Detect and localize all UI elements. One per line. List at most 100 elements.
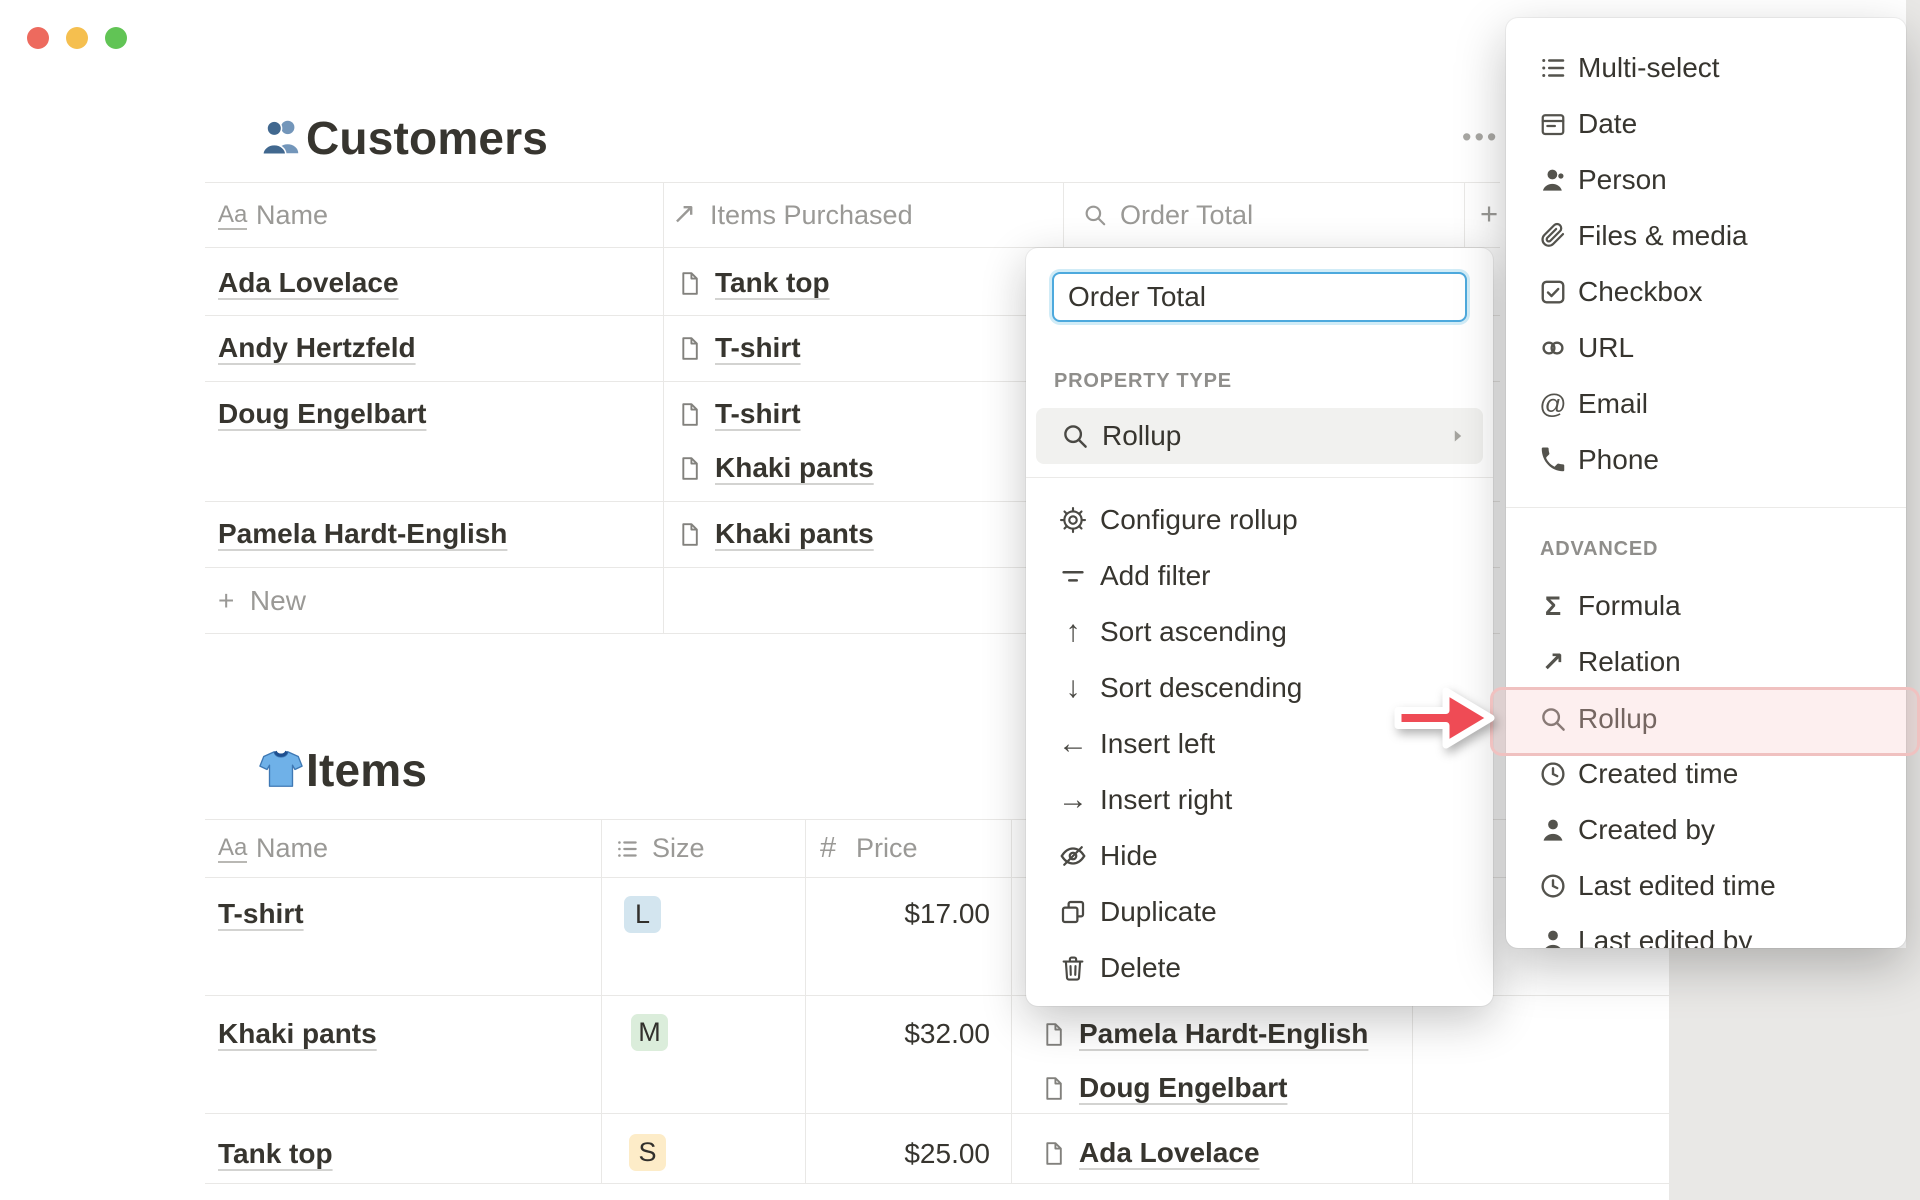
link-icon — [1538, 333, 1568, 363]
menu-item-duplicate[interactable]: Duplicate — [1026, 884, 1493, 940]
customer-name-link[interactable]: Andy Hertzfeld — [218, 330, 416, 366]
desktop-background — [1669, 948, 1920, 1200]
page-link-label: Khaki pants — [715, 518, 874, 549]
property-menu: PROPERTY TYPE Rollup Configure r — [1026, 248, 1493, 1006]
items-db-title[interactable]: Items — [306, 743, 427, 797]
relation-page-link[interactable]: Tank top — [676, 265, 830, 301]
page-link-label: Pamela Hardt-English — [1079, 1018, 1369, 1049]
type-option-url[interactable]: URL — [1506, 320, 1906, 376]
type-option-formula[interactable]: Σ Formula — [1506, 578, 1906, 634]
relation-page-link[interactable]: Khaki pants — [676, 516, 874, 552]
type-option-last-edited-time[interactable]: Last edited time — [1506, 858, 1906, 914]
price-cell[interactable]: $25.00 — [805, 1136, 990, 1172]
database-options-button[interactable]: ••• — [1462, 122, 1499, 153]
text-type-icon: Aa — [218, 834, 248, 863]
customer-name-link[interactable]: Doug Engelbart — [218, 396, 426, 432]
menu-item-add-filter[interactable]: Add filter — [1026, 548, 1493, 604]
item-name-link[interactable]: Khaki pants — [218, 1016, 377, 1052]
zoom-window-button[interactable] — [105, 27, 127, 49]
column-header-name[interactable]: Name — [256, 197, 328, 233]
menu-item-insert-right[interactable]: → Insert right — [1026, 772, 1493, 828]
column-header-order-total[interactable]: Order Total — [1120, 197, 1253, 233]
paperclip-icon — [1538, 221, 1568, 251]
close-window-button[interactable] — [27, 27, 49, 49]
selected-type-label: Rollup — [1102, 420, 1182, 451]
page-icon — [1040, 1021, 1067, 1048]
type-option-created-by[interactable]: Created by — [1506, 802, 1906, 858]
relation-page-link[interactable]: T-shirt — [676, 330, 801, 366]
clock-icon — [1538, 871, 1568, 901]
property-type-selector[interactable]: Rollup — [1036, 408, 1483, 464]
column-header-name[interactable]: Name — [256, 830, 328, 866]
relation-page-link[interactable]: T-shirt — [676, 396, 801, 432]
add-column-button[interactable]: + — [1480, 196, 1498, 232]
price-cell[interactable]: $17.00 — [805, 896, 990, 932]
column-header-price[interactable]: Price — [856, 830, 918, 866]
menu-divider — [1026, 477, 1493, 478]
menu-item-hide[interactable]: Hide — [1026, 828, 1493, 884]
person-icon — [1538, 815, 1568, 845]
property-type-menu: Multi-select Date Person Files & media C… — [1506, 18, 1906, 948]
minimize-window-button[interactable] — [66, 27, 88, 49]
column-header-items-purchased[interactable]: Items Purchased — [710, 197, 913, 233]
type-option-phone[interactable]: Phone — [1506, 432, 1906, 488]
menu-item-configure-rollup[interactable]: Configure rollup — [1026, 492, 1493, 548]
plus-icon: + — [218, 585, 235, 616]
item-name-link[interactable]: Tank top — [218, 1136, 333, 1172]
property-type-section-label: PROPERTY TYPE — [1054, 370, 1232, 392]
relation-page-link[interactable]: Pamela Hardt-English — [1040, 1016, 1368, 1052]
type-option-relation[interactable]: ↗ Relation — [1506, 634, 1906, 690]
notion-window: Customers ••• Aa Name ↗ Items Purchased … — [0, 0, 1920, 1200]
relation-page-link[interactable]: Doug Engelbart — [1040, 1070, 1287, 1106]
rollup-icon — [1082, 202, 1108, 228]
table-grid-line — [805, 819, 806, 1183]
arrow-right-icon: → — [1058, 783, 1088, 816]
page-link-label: T-shirt — [715, 398, 801, 429]
size-tag[interactable]: L — [624, 896, 661, 933]
type-option-person[interactable]: Person — [1506, 152, 1906, 208]
text-type-icon: Aa — [218, 201, 248, 230]
page-link-label: Tank top — [715, 267, 830, 298]
page-icon — [1040, 1140, 1067, 1167]
menu-item-sort-ascending[interactable]: ↑ Sort ascending — [1026, 604, 1493, 660]
person-icon — [1538, 165, 1568, 195]
page-icon — [676, 455, 703, 482]
table-grid-line — [205, 1113, 1669, 1114]
table-grid-line — [601, 819, 602, 1183]
page-link-label: T-shirt — [715, 332, 801, 363]
property-name-input[interactable] — [1052, 272, 1467, 322]
gear-icon — [1058, 505, 1088, 535]
number-icon: # — [820, 832, 837, 864]
page-icon — [1040, 1075, 1067, 1102]
relation-page-link[interactable]: Ada Lovelace — [1040, 1135, 1260, 1171]
multi-select-icon — [1538, 53, 1568, 83]
select-list-icon — [614, 836, 640, 862]
type-option-files-media[interactable]: Files & media — [1506, 208, 1906, 264]
people-emoji-icon — [258, 114, 304, 160]
menu-divider — [1506, 507, 1906, 508]
clock-icon — [1538, 759, 1568, 789]
size-tag[interactable]: S — [629, 1134, 666, 1171]
type-option-multi-select[interactable]: Multi-select — [1506, 40, 1906, 96]
filter-icon — [1058, 561, 1088, 591]
type-option-last-edited-by[interactable]: Last edited by — [1506, 913, 1906, 948]
page-icon — [676, 401, 703, 428]
relation-page-link[interactable]: Khaki pants — [676, 450, 874, 486]
rollup-highlight-box — [1490, 687, 1920, 756]
type-option-checkbox[interactable]: Checkbox — [1506, 264, 1906, 320]
customer-name-link[interactable]: Ada Lovelace — [218, 265, 399, 301]
item-name-link[interactable]: T-shirt — [218, 896, 304, 932]
at-icon: @ — [1539, 389, 1567, 419]
new-row-button[interactable]: + New — [218, 583, 306, 619]
column-header-size[interactable]: Size — [652, 830, 705, 866]
customer-name-link[interactable]: Pamela Hardt-English — [218, 516, 507, 552]
table-grid-line — [663, 182, 664, 633]
menu-item-delete[interactable]: Delete — [1026, 940, 1493, 996]
page-icon — [676, 335, 703, 362]
price-cell[interactable]: $32.00 — [805, 1016, 990, 1052]
tshirt-emoji-icon — [258, 746, 304, 792]
size-tag[interactable]: M — [631, 1014, 668, 1051]
type-option-date[interactable]: Date — [1506, 96, 1906, 152]
type-option-email[interactable]: @ Email — [1506, 376, 1906, 432]
customers-db-title[interactable]: Customers — [306, 111, 548, 165]
